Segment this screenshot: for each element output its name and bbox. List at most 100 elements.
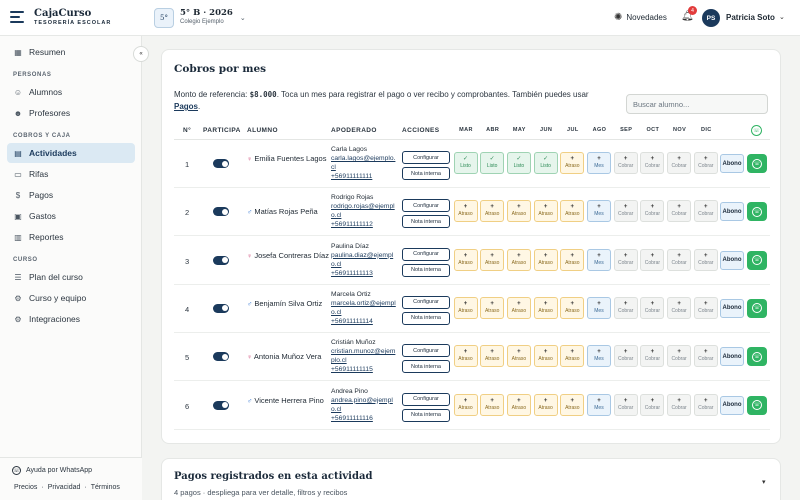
nota-interna-button[interactable]: Nota interna [402, 311, 450, 325]
month-cell-may[interactable]: + Atraso [506, 296, 531, 319]
month-cell-sep[interactable]: + Cobrar [613, 152, 638, 174]
month-cell-abr[interactable]: + Atraso [480, 248, 505, 271]
abono-button[interactable]: Abono [720, 395, 744, 415]
nota-interna-button[interactable]: Nota interna [402, 360, 450, 374]
guardian-phone[interactable]: +56911111115 [331, 365, 397, 374]
month-cell-sep[interactable]: + Cobrar [613, 248, 638, 271]
guardian-email[interactable]: rodrigo.rojas@ejemplo.cl [331, 202, 397, 220]
configurar-button[interactable]: Configurar [402, 151, 450, 164]
abono-button[interactable]: Abono [720, 298, 744, 318]
whatsapp-help-link[interactable]: ☏ Ayuda por WhatsApp [12, 466, 92, 475]
guardian-email[interactable]: marcela.ortiz@ejemplo.cl [331, 299, 397, 317]
whatsapp-button[interactable]: ☏ [747, 298, 767, 318]
search-input[interactable]: Buscar alumno... [626, 94, 768, 114]
whatsapp-button[interactable]: ☏ [747, 154, 767, 173]
configurar-button[interactable]: Configurar [402, 247, 450, 261]
chevron-down-icon[interactable]: ⌄ [779, 13, 785, 21]
participa-toggle[interactable] [213, 352, 229, 362]
sidebar-item-alumnos[interactable]: ☺ Alumnos [7, 82, 135, 102]
sidebar-item-gastos[interactable]: ▣ Gastos [7, 206, 135, 226]
month-cell-may[interactable]: + Atraso [506, 345, 531, 368]
month-cell-nov[interactable]: + Cobrar [667, 200, 692, 223]
month-cell-dic[interactable]: + Cobrar [693, 200, 718, 223]
collapse-sidebar-button[interactable]: « [133, 46, 149, 62]
month-cell-nov[interactable]: + Cobrar [667, 296, 692, 319]
month-cell-jul[interactable]: + Atraso [560, 296, 585, 319]
brand[interactable]: CajaCurso TESORERÍA ESCOLAR [34, 8, 111, 26]
month-cell-jun[interactable]: + Atraso [533, 200, 558, 223]
whatsapp-button[interactable]: ☏ [747, 395, 767, 415]
month-cell-oct[interactable]: + Cobrar [640, 200, 665, 223]
whatsapp-button[interactable]: ☏ [747, 202, 767, 222]
guardian-email[interactable]: carla.lagos@ejemplo.cl [331, 154, 397, 172]
sidebar-item-resumen[interactable]: ▦ Resumen [7, 42, 135, 62]
guardian-phone[interactable]: +56911111114 [331, 317, 397, 326]
whatsapp-button[interactable]: ☏ [747, 347, 767, 367]
month-cell-sep[interactable]: + Cobrar [613, 296, 638, 319]
student-name[interactable]: ♀ Josefa Contreras Díaz [247, 251, 331, 262]
news-button[interactable]: ✺ Novedades [614, 12, 667, 23]
month-cell-mar[interactable]: ✓ Listo [453, 152, 478, 174]
guardian-phone[interactable]: +56911111112 [331, 220, 397, 229]
abono-button[interactable]: Abono [720, 154, 744, 173]
month-cell-mar[interactable]: + Atraso [453, 393, 478, 416]
sidebar-item-pagos[interactable]: $ Pagos [7, 185, 135, 205]
month-cell-jun[interactable]: + Atraso [533, 345, 558, 368]
guardian-phone[interactable]: +56911111113 [331, 269, 397, 278]
menu-icon[interactable] [10, 11, 24, 23]
link-precios[interactable]: Precios [14, 484, 37, 491]
sidebar-item-plan[interactable]: ☰ Plan del curso [7, 267, 135, 287]
month-cell-abr[interactable]: + Atraso [480, 296, 505, 319]
student-name[interactable]: ♂ Benjamín Silva Ortiz [247, 299, 331, 310]
month-cell-mar[interactable]: + Atraso [453, 345, 478, 368]
sidebar-item-integraciones[interactable]: ⚙ Integraciones [7, 309, 135, 329]
guardian-email[interactable]: cristian.munoz@ejemplo.cl [331, 347, 397, 365]
student-name[interactable]: ♂ Vicente Herrera Pino [247, 396, 331, 407]
chevron-down-icon[interactable]: ▾ [762, 478, 766, 486]
configurar-button[interactable]: Configurar [402, 199, 450, 213]
month-cell-mar[interactable]: + Atraso [453, 200, 478, 223]
month-cell-dic[interactable]: + Cobrar [693, 152, 718, 174]
participa-toggle[interactable] [213, 303, 229, 313]
month-cell-sep[interactable]: + Cobrar [613, 200, 638, 223]
participa-toggle[interactable] [213, 159, 229, 168]
month-cell-sep[interactable]: + Cobrar [613, 393, 638, 416]
month-cell-oct[interactable]: + Cobrar [640, 152, 665, 174]
month-cell-sep[interactable]: + Cobrar [613, 345, 638, 368]
course-selector[interactable]: 5° 5° B · 2026 Colegio Ejemplo ⌄ [154, 7, 246, 29]
month-cell-nov[interactable]: + Cobrar [667, 152, 692, 174]
month-cell-jul[interactable]: + Atraso [560, 152, 585, 174]
abono-button[interactable]: Abono [720, 347, 744, 367]
pagos-link[interactable]: Pagos [174, 102, 198, 111]
month-cell-jun[interactable]: + Atraso [533, 248, 558, 271]
nota-interna-button[interactable]: Nota interna [402, 263, 450, 277]
whatsapp-button[interactable]: ☏ [747, 250, 767, 270]
configurar-button[interactable]: Configurar [402, 392, 450, 406]
guardian-phone[interactable]: +56911111116 [331, 414, 397, 423]
month-cell-may[interactable]: ✓ Listo [506, 152, 531, 174]
nota-interna-button[interactable]: Nota interna [402, 167, 450, 180]
month-cell-mar[interactable]: + Atraso [453, 296, 478, 319]
month-cell-oct[interactable]: + Cobrar [640, 296, 665, 319]
abono-button[interactable]: Abono [720, 202, 744, 222]
month-cell-oct[interactable]: + Cobrar [640, 345, 665, 368]
sidebar-item-rifas[interactable]: ▭ Rifas [7, 164, 135, 184]
sidebar-item-curso-equipo[interactable]: ⚙ Curso y equipo [7, 288, 135, 308]
sidebar-item-profesores[interactable]: ☻ Profesores [7, 103, 135, 123]
sidebar-item-actividades[interactable]: ▤ Actividades [7, 143, 135, 163]
month-cell-nov[interactable]: + Cobrar [667, 248, 692, 271]
month-cell-oct[interactable]: + Cobrar [640, 248, 665, 271]
month-cell-nov[interactable]: + Cobrar [667, 393, 692, 416]
student-name[interactable]: ♀ Antonia Muñoz Vera [247, 352, 331, 363]
month-cell-abr[interactable]: + Atraso [480, 345, 505, 368]
month-cell-ago[interactable]: + Mes [587, 248, 611, 271]
month-cell-ago[interactable]: + Mes [587, 152, 611, 174]
sidebar-item-reportes[interactable]: ▥ Reportes [7, 227, 135, 247]
month-cell-nov[interactable]: + Cobrar [667, 345, 692, 368]
month-cell-jun[interactable]: ✓ Listo [533, 152, 558, 174]
month-cell-may[interactable]: + Atraso [506, 248, 531, 271]
month-cell-dic[interactable]: + Cobrar [693, 393, 718, 416]
month-cell-dic[interactable]: + Cobrar [693, 296, 718, 319]
month-cell-oct[interactable]: + Cobrar [640, 393, 665, 416]
month-cell-ago[interactable]: + Mes [587, 296, 611, 319]
